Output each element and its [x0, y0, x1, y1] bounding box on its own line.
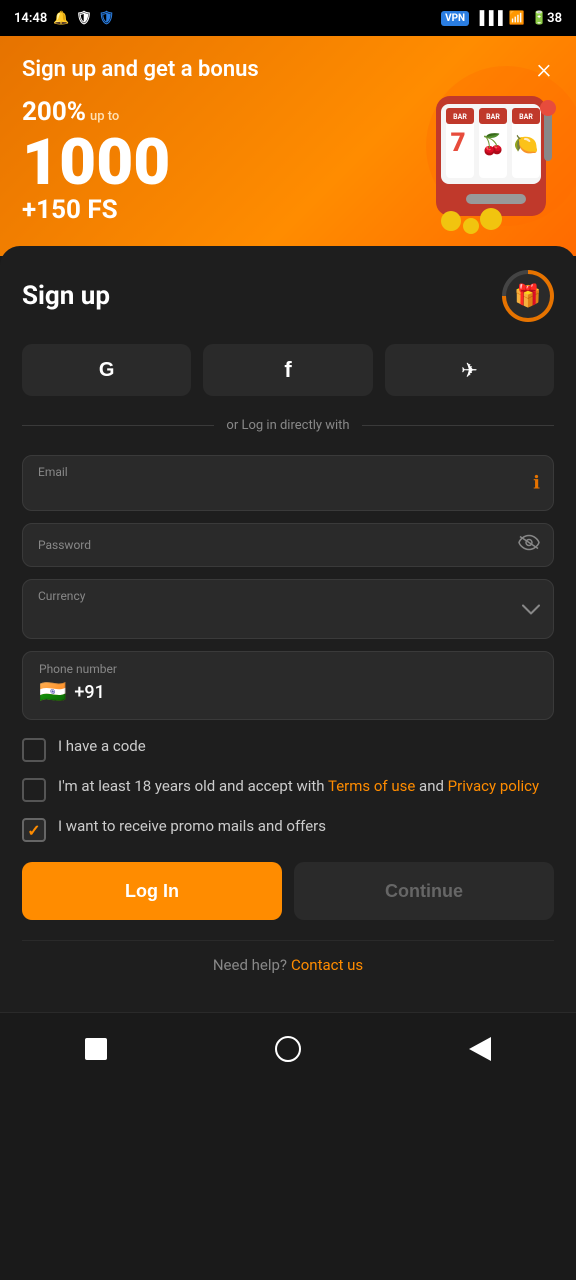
checkbox-code[interactable] — [22, 738, 46, 762]
currency-label: Currency — [38, 589, 85, 603]
close-button[interactable]: × — [526, 50, 562, 86]
checkbox-code-label: I have a code — [58, 736, 146, 757]
checkbox-terms[interactable] — [22, 778, 46, 802]
divider: or Log in directly with — [22, 418, 554, 433]
status-bar: 14:48 🔔 🛡 🛡 VPN ▐▐▐ 📶 🔋38 — [0, 0, 576, 36]
wifi-icon: 📶 — [509, 11, 525, 26]
email-field[interactable] — [22, 455, 554, 511]
banner-text: Sign up and get a bonus 200% up to 1000 … — [22, 56, 554, 225]
checkbox-terms-row: I'm at least 18 years old and accept wit… — [22, 776, 554, 802]
phone-value: 🇮🇳 +91 — [39, 680, 537, 705]
password-group: Password — [22, 523, 554, 567]
currency-group: Currency — [22, 579, 554, 639]
chevron-down-icon — [522, 599, 540, 620]
nav-back-button[interactable] — [458, 1027, 502, 1071]
google-auth-button[interactable]: G — [22, 344, 191, 396]
nav-home-button[interactable] — [266, 1027, 310, 1071]
time: 14:48 — [14, 11, 47, 26]
telegram-icon: ✈ — [461, 358, 478, 383]
gift-icon: 🎁 — [506, 274, 550, 318]
status-left: 14:48 🔔 🛡 🛡 — [14, 11, 114, 26]
flag-india-icon: 🇮🇳 — [39, 680, 66, 705]
bonus-amount: 200% up to — [22, 97, 554, 127]
promo-banner: Sign up and get a bonus 200% up to 1000 … — [0, 36, 576, 256]
nav-bar — [0, 1012, 576, 1091]
bonus-fs: +150 FS — [22, 195, 554, 225]
privacy-link[interactable]: Privacy policy — [448, 777, 539, 795]
banner-title: Sign up and get a bonus — [22, 56, 554, 85]
action-buttons: Log In Continue — [22, 862, 554, 920]
divider-line-right — [362, 425, 554, 426]
shield2-icon: 🛡 — [98, 11, 115, 26]
back-icon — [469, 1037, 491, 1061]
battery-icon: 🔋38 — [531, 11, 562, 26]
nav-stop-button[interactable] — [74, 1027, 118, 1071]
close-icon: × — [537, 52, 552, 85]
checkbox-promo[interactable]: ✓ — [22, 818, 46, 842]
phone-number: +91 — [74, 682, 104, 703]
telegram-auth-button[interactable]: ✈ — [385, 344, 554, 396]
terms-link[interactable]: Terms of use — [328, 777, 415, 795]
facebook-icon: f — [284, 357, 291, 383]
signal-icon: ▐▐▐ — [475, 10, 503, 26]
help-text: Need help? — [213, 956, 287, 974]
info-icon: ℹ — [533, 473, 540, 494]
continue-button[interactable]: Continue — [294, 862, 554, 920]
notification-icon: 🔔 — [53, 11, 69, 26]
currency-dropdown[interactable] — [22, 579, 554, 639]
password-field[interactable] — [22, 523, 554, 567]
login-button[interactable]: Log In — [22, 862, 282, 920]
signup-form: Sign up 🎁 G f ✈ or Log in directly with … — [0, 246, 576, 1012]
checkbox-terms-label: I'm at least 18 years old and accept wit… — [58, 776, 539, 797]
email-group: Email ℹ — [22, 455, 554, 511]
checkbox-code-row: I have a code — [22, 736, 554, 762]
stop-icon — [85, 1038, 107, 1060]
footer-help: Need help? Contact us — [22, 940, 554, 988]
phone-field[interactable]: Phone number 🇮🇳 +91 — [22, 651, 554, 720]
eye-icon[interactable] — [518, 535, 540, 556]
contact-link[interactable]: Contact us — [291, 956, 363, 974]
bonus-upto: up to — [90, 109, 119, 124]
shield-icon: 🛡 — [75, 11, 92, 26]
home-icon — [275, 1036, 301, 1062]
divider-line-left — [22, 425, 214, 426]
facebook-auth-button[interactable]: f — [203, 344, 372, 396]
divider-text: or Log in directly with — [226, 418, 349, 433]
vpn-badge: VPN — [441, 11, 469, 26]
checkmark-icon: ✓ — [27, 821, 40, 840]
checkbox-promo-row: ✓ I want to receive promo mails and offe… — [22, 816, 554, 842]
page-title: Sign up — [22, 281, 110, 311]
phone-label: Phone number — [39, 662, 537, 676]
form-header: Sign up 🎁 — [22, 270, 554, 322]
bonus-percent: 200% — [22, 97, 86, 127]
checkbox-promo-label: I want to receive promo mails and offers — [58, 816, 326, 837]
bonus-number: 1000 — [22, 131, 554, 195]
gift-button[interactable]: 🎁 — [502, 270, 554, 322]
social-auth-buttons: G f ✈ — [22, 344, 554, 396]
google-icon: G — [99, 359, 115, 382]
status-right: VPN ▐▐▐ 📶 🔋38 — [441, 10, 562, 26]
